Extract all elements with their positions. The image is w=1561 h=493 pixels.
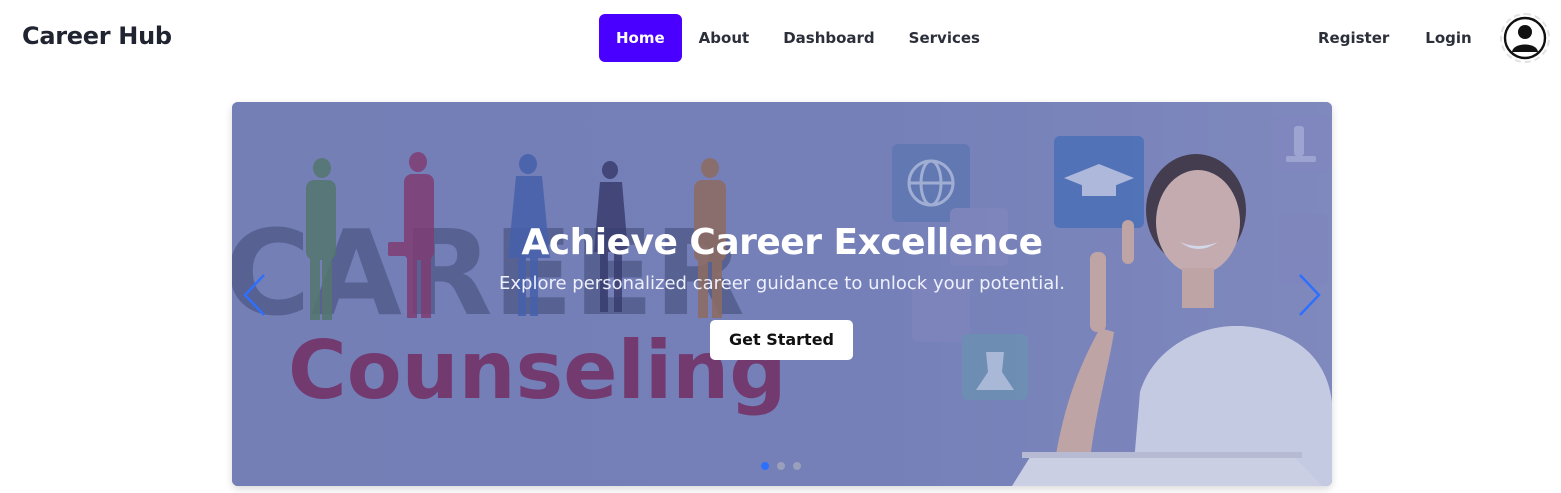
hero-carousel: CAREER Counseling Achieve Career Excelle… xyxy=(232,102,1332,486)
carousel-indicator-1[interactable] xyxy=(761,462,769,470)
navbar: Career Hub Home About Dashboard Services… xyxy=(0,0,1561,76)
chevron-left-icon[interactable] xyxy=(240,272,270,318)
carousel-indicator-3[interactable] xyxy=(793,462,801,470)
slide-subtitle: Explore personalized career guidance to … xyxy=(499,273,1065,294)
slide-caption: Achieve Career Excellence Explore person… xyxy=(232,222,1332,294)
nav-services-link[interactable]: Services xyxy=(892,14,997,62)
carousel-indicator-2[interactable] xyxy=(777,462,785,470)
slide-title: Achieve Career Excellence xyxy=(521,222,1043,263)
get-started-button[interactable]: Get Started xyxy=(710,320,853,360)
main-nav: Home About Dashboard Services xyxy=(599,14,997,62)
login-link[interactable]: Login xyxy=(1407,14,1489,62)
nav-about-link[interactable]: About xyxy=(682,14,767,62)
nav-dashboard-link[interactable]: Dashboard xyxy=(766,14,891,62)
brand-logo[interactable]: Career Hub xyxy=(22,22,172,50)
auth-nav: Register Login xyxy=(1300,13,1550,63)
user-avatar-icon[interactable] xyxy=(1499,13,1550,63)
chevron-right-icon[interactable] xyxy=(1294,272,1324,318)
slide-overlay xyxy=(232,102,1332,486)
register-link[interactable]: Register xyxy=(1300,14,1407,62)
nav-home-link[interactable]: Home xyxy=(599,14,682,62)
carousel-indicators xyxy=(761,462,809,470)
